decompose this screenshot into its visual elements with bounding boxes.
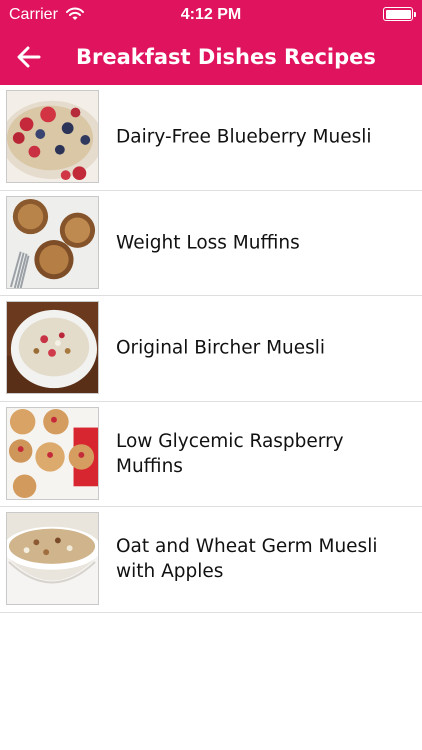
status-bar: Carrier 4:12 PM <box>0 0 422 30</box>
recipe-list-item[interactable]: Dairy-Free Blueberry Muesli <box>0 85 422 191</box>
recipe-list: Dairy-Free Blueberry Muesli Weight Loss … <box>0 85 422 613</box>
app-header: Carrier 4:12 PM Breakfast Dishes Recipes <box>0 0 422 85</box>
oat-muesli-cup-image <box>7 513 98 604</box>
recipe-thumbnail <box>6 406 99 500</box>
recipe-thumbnail <box>6 90 99 183</box>
raspberry-muffins-image <box>7 407 98 499</box>
back-button[interactable] <box>10 40 48 74</box>
recipe-title: Low Glycemic Raspberry Muffins <box>116 430 344 477</box>
recipe-title: Original Bircher Muesli <box>116 337 326 359</box>
recipe-title: Weight Loss Muffins <box>116 232 300 254</box>
recipe-list-item[interactable]: Weight Loss Muffins <box>0 191 422 296</box>
bircher-muesli-bowl-image <box>7 302 98 393</box>
recipe-thumbnail <box>6 195 99 289</box>
status-time: 4:12 PM <box>180 6 242 23</box>
battery-icon <box>383 7 416 21</box>
muesli-with-berries-image <box>7 91 98 182</box>
recipe-list-item[interactable]: Oat and Wheat Germ Muesli with Apples <box>0 507 422 613</box>
arrow-left-icon <box>17 46 41 68</box>
recipe-list-item[interactable]: Original Bircher Muesli <box>0 296 422 402</box>
page-title: Breakfast Dishes Recipes <box>76 45 376 69</box>
recipe-thumbnail <box>6 512 99 605</box>
recipe-title: Oat and Wheat Germ Muesli with Apples <box>116 536 378 583</box>
recipe-list-item[interactable]: Low Glycemic Raspberry Muffins <box>0 402 422 507</box>
muffins-on-plate-with-fork-image <box>7 196 98 288</box>
recipe-thumbnail <box>6 301 99 394</box>
recipe-title: Dairy-Free Blueberry Muesli <box>116 126 372 148</box>
